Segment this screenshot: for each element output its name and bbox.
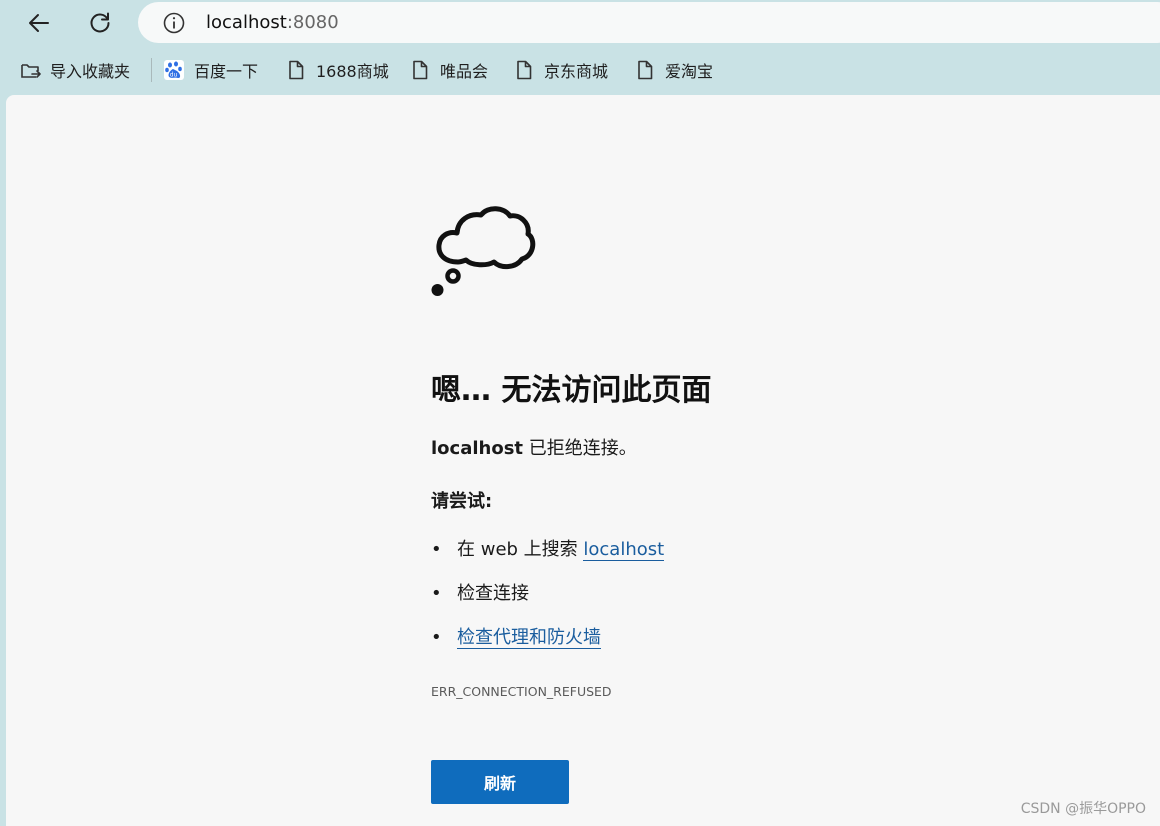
- import-favorites-icon: [21, 64, 41, 78]
- url-host: localhost: [206, 12, 287, 33]
- bookmark-jd[interactable]: 京东商城: [513, 52, 608, 88]
- back-button[interactable]: [21, 6, 57, 40]
- bookmark-label: 1688商城: [316, 62, 389, 81]
- bookmark-1688[interactable]: 1688商城: [285, 52, 389, 88]
- suggestion-text: 检查连接: [457, 583, 529, 604]
- suggestion-check-connection: • 检查连接: [431, 582, 529, 606]
- bookmarks-bar: 导入收藏夹 du 百度一下 1688商城 唯品会 京东商城 爱淘宝: [0, 52, 1160, 88]
- bookmarks-divider: [151, 58, 152, 82]
- page-icon: [413, 60, 428, 80]
- error-host: localhost: [431, 438, 524, 459]
- error-message-text: 已拒绝连接。: [523, 438, 637, 459]
- suggestion-text: 在 web 上搜索: [457, 539, 584, 560]
- url-port: :8080: [286, 12, 339, 33]
- bullet: •: [431, 539, 442, 560]
- baidu-paw-icon: du: [164, 60, 184, 80]
- refresh-page-button[interactable]: 刷新: [431, 760, 569, 804]
- browser-toolbar: localhost:8080: [0, 0, 1160, 46]
- error-page: 嗯… 无法访问此页面 localhost 已拒绝连接。 请尝试: • 在 web …: [6, 95, 1160, 826]
- page-icon: [517, 60, 532, 80]
- bookmark-baidu[interactable]: du 百度一下: [163, 52, 258, 88]
- page-icon: [638, 60, 653, 80]
- address-url[interactable]: localhost:8080: [206, 11, 339, 35]
- address-bar[interactable]: localhost:8080: [138, 2, 1160, 43]
- try-heading: 请尝试:: [431, 491, 493, 512]
- search-localhost-link[interactable]: localhost: [583, 539, 665, 561]
- bullet: •: [431, 627, 442, 648]
- bookmark-label: 百度一下: [194, 62, 259, 81]
- bullet: •: [431, 583, 442, 604]
- back-arrow-icon: [29, 14, 49, 32]
- watermark: CSDN @振华OPPO: [1020, 801, 1146, 817]
- page-title: 嗯… 无法访问此页面: [431, 373, 712, 408]
- refresh-button[interactable]: [82, 6, 118, 40]
- svg-text:du: du: [170, 72, 178, 79]
- bookmark-import-favorites[interactable]: 导入收藏夹: [19, 52, 130, 88]
- bookmark-label: 导入收藏夹: [50, 62, 131, 81]
- info-circle-icon[interactable]: [162, 11, 186, 35]
- suggestion-check-proxy: • 检查代理和防火墙: [431, 626, 601, 650]
- error-code: ERR_CONNECTION_REFUSED: [431, 684, 612, 699]
- error-message: localhost 已拒绝连接。: [431, 437, 637, 461]
- check-proxy-firewall-link[interactable]: 检查代理和防火墙: [457, 627, 601, 649]
- bookmark-aitaobao[interactable]: 爱淘宝: [634, 52, 713, 88]
- bookmark-label: 爱淘宝: [665, 62, 714, 81]
- bookmark-vip[interactable]: 唯品会: [409, 52, 488, 88]
- page-icon: [289, 60, 304, 80]
- suggestion-search: • 在 web 上搜索 localhost: [431, 538, 665, 562]
- thought-cloud-icon: [431, 206, 536, 296]
- refresh-icon: [90, 12, 110, 33]
- bookmark-label: 京东商城: [544, 62, 609, 81]
- bookmark-label: 唯品会: [440, 62, 489, 81]
